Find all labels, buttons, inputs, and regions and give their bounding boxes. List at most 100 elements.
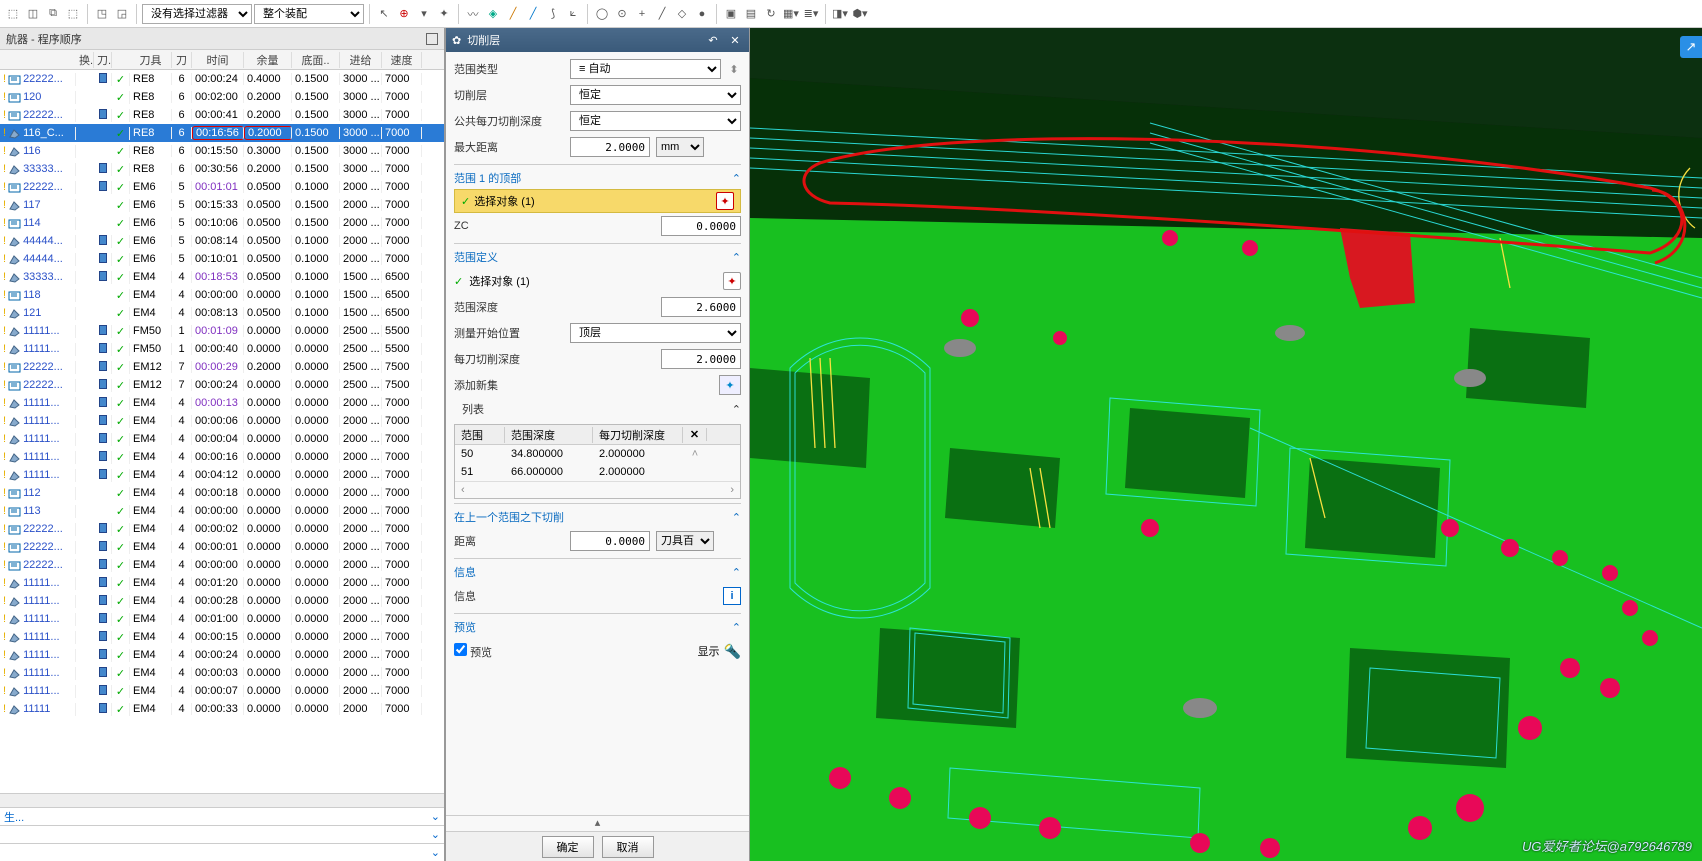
section-range1-top[interactable]: 范围 1 的顶部⌃ (454, 167, 741, 189)
common-depth-select[interactable]: 恒定 (570, 111, 741, 131)
select-object-row[interactable]: ✓选择对象 (1)✦ (454, 189, 741, 213)
sphere-icon[interactable]: ● (693, 5, 711, 23)
operation-row[interactable]: !11111...✓EM4400:00:160.00000.00002000 .… (0, 448, 444, 466)
list-header[interactable]: 列表⌃ (454, 398, 741, 420)
share-icon[interactable]: ↗ (1680, 36, 1702, 58)
operation-row[interactable]: !22222...✓EM12700:00:290.20000.00002500 … (0, 358, 444, 376)
layers-icon[interactable]: ≣▾ (802, 5, 820, 23)
range-table-row[interactable]: 5166.0000002.000000 (455, 463, 740, 481)
operation-row[interactable]: !11111...✓EM4400:00:240.00000.00002000 .… (0, 646, 444, 664)
operation-row[interactable]: !116✓RE8600:15:500.30000.15003000 ...700… (0, 142, 444, 160)
operation-row[interactable]: !22222...✓EM12700:00:240.00000.00002500 … (0, 376, 444, 394)
cube-icon[interactable]: ◇ (673, 5, 691, 23)
operation-row[interactable]: !11111...✓EM4400:01:200.00000.00002000 .… (0, 574, 444, 592)
select-add-icon[interactable]: ⊕ (395, 5, 413, 23)
operation-row[interactable]: !11111...✓EM4400:00:130.00000.00002000 .… (0, 394, 444, 412)
operation-row[interactable]: !11111...✓EM4400:00:060.00000.00002000 .… (0, 412, 444, 430)
circle-icon[interactable]: ◯ (593, 5, 611, 23)
flashlight-icon[interactable]: 🔦 (724, 643, 741, 660)
plus-icon[interactable]: + (633, 5, 651, 23)
view-icon[interactable]: ⬢▾ (851, 5, 869, 23)
operation-row[interactable]: !11111...✓EM4400:00:150.00000.00002000 .… (0, 628, 444, 646)
tool-icon[interactable]: ⧉ (44, 5, 62, 23)
angle-icon[interactable]: ⟀ (564, 5, 582, 23)
close-icon[interactable]: ✕ (727, 32, 743, 48)
zc-input[interactable] (661, 216, 741, 236)
section-preview[interactable]: 预览⌃ (454, 616, 741, 638)
cursor-icon[interactable]: ↖ (375, 5, 393, 23)
assembly-combo[interactable]: 整个装配 (254, 4, 364, 24)
operation-row[interactable]: !22222...✓EM4400:00:020.00000.00002000 .… (0, 520, 444, 538)
section-below-range[interactable]: 在上一个范围之下切削⌃ (454, 506, 741, 528)
delete-row-button[interactable]: ✕ (683, 428, 707, 441)
operation-row[interactable]: !11111✓EM4400:00:330.00000.000020007000 (0, 700, 444, 718)
chevron-down-icon[interactable]: ⌄ (431, 810, 440, 823)
filter-icon[interactable]: ▾ (415, 5, 433, 23)
operation-row[interactable]: !117✓EM6500:15:330.05000.15002000 ...700… (0, 196, 444, 214)
operation-row[interactable]: !11111...✓FM50100:01:090.00000.00002500 … (0, 322, 444, 340)
target-icon[interactable]: ✦ (723, 272, 741, 290)
target-icon[interactable]: ⊙ (613, 5, 631, 23)
refresh-icon[interactable]: ↻ (762, 5, 780, 23)
box-icon[interactable]: ◈ (484, 5, 502, 23)
operation-row[interactable]: !11111...✓FM50100:00:400.00000.00002500 … (0, 340, 444, 358)
arc-icon[interactable]: ⟆ (544, 5, 562, 23)
operation-row[interactable]: !112✓EM4400:00:180.00000.00002000 ...700… (0, 484, 444, 502)
info-icon[interactable]: i (723, 587, 741, 605)
curve-icon[interactable]: 〰 (464, 5, 482, 23)
operation-row[interactable]: !22222...✓EM4400:00:010.00000.00002000 .… (0, 538, 444, 556)
operation-row[interactable]: !44444...✓EM6500:08:140.05000.10002000 .… (0, 232, 444, 250)
operation-row[interactable]: !22222...✓RE8600:00:410.20000.15003000 .… (0, 106, 444, 124)
operation-row[interactable]: !11111...✓EM4400:00:040.00000.00002000 .… (0, 430, 444, 448)
render-icon[interactable]: ◨▾ (831, 5, 849, 23)
ok-button[interactable]: 确定 (542, 836, 594, 858)
undo-icon[interactable]: ↶ (705, 32, 721, 48)
operation-row[interactable]: !44444...✓EM6500:10:010.05000.10002000 .… (0, 250, 444, 268)
operation-row[interactable]: !120✓RE8600:02:000.20000.15003000 ...700… (0, 88, 444, 106)
cancel-button[interactable]: 取消 (602, 836, 654, 858)
grid-body[interactable]: !22222...✓RE8600:00:240.40000.15003000 .… (0, 70, 444, 793)
footer-row-3[interactable]: ⌄ (0, 843, 444, 861)
chevron-down-icon[interactable]: ⌄ (431, 828, 440, 841)
operation-row[interactable]: !11111...✓EM4400:04:120.00000.00002000 .… (0, 466, 444, 484)
range-table-row[interactable]: 5034.8000002.000000˄ (455, 445, 740, 463)
preview-checkbox[interactable] (454, 643, 467, 656)
cut-layer-select[interactable]: 恒定 (570, 85, 741, 105)
operation-row[interactable]: !11111...✓EM4400:01:000.00000.00002000 .… (0, 610, 444, 628)
per-cut-input[interactable] (661, 349, 741, 369)
operation-row[interactable]: !113✓EM4400:00:000.00000.00002000 ...700… (0, 502, 444, 520)
operation-row[interactable]: !11111...✓EM4400:00:280.00000.00002000 .… (0, 592, 444, 610)
tool-icon[interactable]: ⬚ (4, 5, 22, 23)
target-icon[interactable]: ✦ (716, 192, 734, 210)
tool-icon[interactable]: ◫ (24, 5, 42, 23)
tool-icon[interactable]: ⬚ (64, 5, 82, 23)
operation-row[interactable]: !33333...✓EM4400:18:530.05000.10001500 .… (0, 268, 444, 286)
dialog-titlebar[interactable]: ✿ 切削层 ↶ ✕ (446, 28, 749, 52)
unit-select[interactable]: mm (656, 137, 704, 157)
h-scrollbar[interactable] (0, 793, 444, 807)
tool-icon[interactable]: ◳ (93, 5, 111, 23)
footer-row-1[interactable]: 生...⌄ (0, 807, 444, 825)
maximize-icon[interactable] (426, 33, 438, 45)
operation-row[interactable]: !33333...✓RE8600:30:560.20000.15003000 .… (0, 160, 444, 178)
operation-row[interactable]: !116_C...✓RE8600:16:560.20000.15003000 .… (0, 124, 444, 142)
operation-row[interactable]: !22222...✓EM4400:00:000.00000.00002000 .… (0, 556, 444, 574)
range-depth-input[interactable] (661, 297, 741, 317)
line-icon[interactable]: ╱ (653, 5, 671, 23)
point-icon[interactable]: ✦ (435, 5, 453, 23)
3d-viewport[interactable]: ↗ UG爱好者论坛@a792646789 (750, 28, 1702, 861)
layer-icon[interactable]: ▤ (742, 5, 760, 23)
max-dist-input[interactable] (570, 137, 650, 157)
filter-combo[interactable]: 没有选择过滤器 (142, 4, 252, 24)
distance-input[interactable] (570, 531, 650, 551)
grid-icon[interactable]: ▦▾ (782, 5, 800, 23)
range-type-select[interactable]: ≡ 自动 (570, 59, 721, 79)
operation-row[interactable]: !114✓EM6500:10:060.05000.15002000 ...700… (0, 214, 444, 232)
operation-row[interactable]: !22222...✓RE8600:00:240.40000.15003000 .… (0, 70, 444, 88)
window-icon[interactable]: ▣ (722, 5, 740, 23)
add-set-button[interactable]: ✦ (719, 375, 741, 395)
chevron-down-icon[interactable]: ⌄ (431, 846, 440, 859)
measure-from-select[interactable]: 顶层 (570, 323, 741, 343)
operation-row[interactable]: !11111...✓EM4400:00:030.00000.00002000 .… (0, 664, 444, 682)
operation-row[interactable]: !22222...✓EM6500:01:010.05000.10002000 .… (0, 178, 444, 196)
